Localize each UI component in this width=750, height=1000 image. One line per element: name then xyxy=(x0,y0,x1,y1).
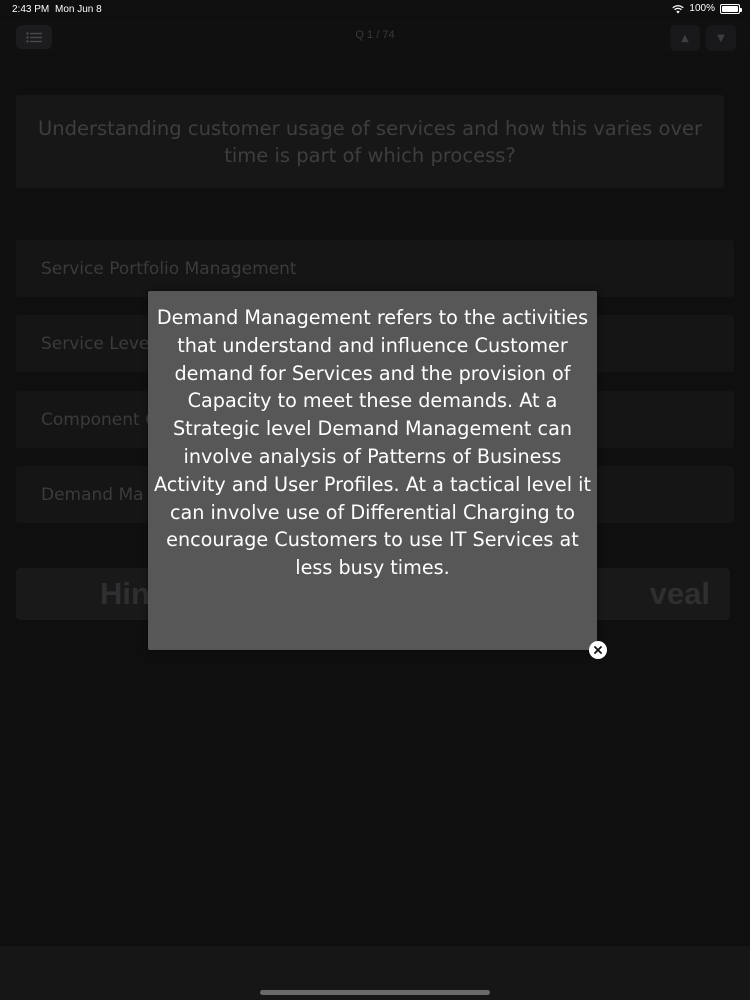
triangle-up-icon: ▲ xyxy=(681,32,689,44)
battery-icon xyxy=(720,3,742,14)
answer-option-1[interactable]: Service Portfolio Management xyxy=(16,240,734,297)
wifi-icon xyxy=(672,4,685,13)
nav-bar: Q 1 / 74 ▲ ▼ xyxy=(0,20,750,54)
status-bar: 2:43 PM Mon Jun 8 100% xyxy=(0,0,750,20)
home-indicator[interactable] xyxy=(260,990,490,995)
explanation-popup: Demand Management refers to the activiti… xyxy=(148,291,597,650)
explanation-text: Demand Management refers to the activiti… xyxy=(153,306,591,580)
nav-arrows: ▲ ▼ xyxy=(670,25,736,51)
reveal-button[interactable]: veal xyxy=(650,576,710,612)
close-popup-button[interactable] xyxy=(589,641,607,659)
hint-button[interactable]: Hin xyxy=(100,576,150,612)
question-card: Understanding customer usage of services… xyxy=(16,95,724,188)
triangle-down-icon: ▼ xyxy=(717,32,725,44)
status-right: 100% xyxy=(672,3,742,14)
status-time: 2:43 PM xyxy=(12,4,50,15)
previous-question-button[interactable]: ▲ xyxy=(670,25,700,51)
status-date: Mon Jun 8 xyxy=(55,4,102,15)
question-text: Understanding customer usage of services… xyxy=(38,116,702,167)
question-counter: Q 1 / 74 xyxy=(355,29,395,41)
screen: 2:43 PM Mon Jun 8 100% Q 1 / 74 ▲ ▼ Unde… xyxy=(0,0,750,1000)
battery-percentage: 100% xyxy=(689,3,715,14)
next-question-button[interactable]: ▼ xyxy=(706,25,736,51)
close-icon xyxy=(594,646,602,654)
